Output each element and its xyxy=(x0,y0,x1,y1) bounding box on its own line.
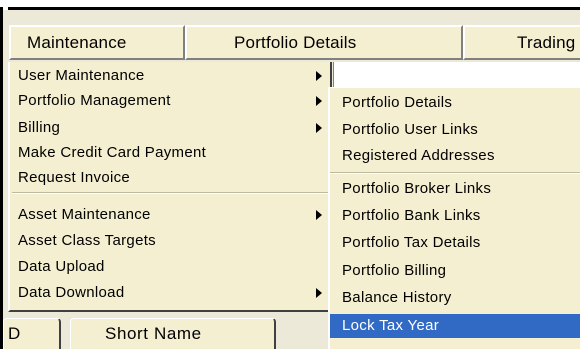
submenu-arrow-icon xyxy=(316,123,322,133)
menu-item-data-download[interactable]: Data Download xyxy=(18,281,328,305)
submenu-item-label: Lock Tax Year xyxy=(342,317,440,334)
submenu-item-portfolio-billing[interactable]: Portfolio Billing xyxy=(342,259,578,283)
submenu-separator xyxy=(330,172,580,174)
column-header-label: D xyxy=(8,324,21,343)
submenu-item-label: Portfolio Details xyxy=(342,94,453,111)
submenu-item-label: Portfolio Tax Details xyxy=(342,234,481,251)
menu-item-label: Billing xyxy=(18,119,61,136)
submenu-item-label: Portfolio Bank Links xyxy=(342,207,481,224)
window-top-border xyxy=(8,7,580,10)
portfolio-management-submenu: Portfolio Details Portfolio User Links R… xyxy=(328,87,580,349)
menu-item-user-maintenance[interactable]: User Maintenance xyxy=(18,64,328,88)
submenu-item-label: Portfolio Billing xyxy=(342,262,447,279)
tab-maintenance-label: Maintenance xyxy=(27,33,127,52)
menu-item-label: Request Invoice xyxy=(18,169,131,186)
submenu-item-registered-addresses[interactable]: Registered Addresses xyxy=(342,144,578,168)
top-margin xyxy=(0,0,580,7)
column-header-label: Short Name xyxy=(105,324,202,343)
menu-item-make-credit-card-payment[interactable]: Make Credit Card Payment xyxy=(18,141,328,165)
submenu-arrow-icon xyxy=(316,288,322,298)
menu-item-data-upload[interactable]: Data Upload xyxy=(18,255,328,279)
submenu-item-portfolio-broker-links[interactable]: Portfolio Broker Links xyxy=(342,177,578,201)
submenu-item-label: Portfolio Broker Links xyxy=(342,180,492,197)
menu-item-request-invoice[interactable]: Request Invoice xyxy=(18,166,328,190)
submenu-item-portfolio-tax-details[interactable]: Portfolio Tax Details xyxy=(342,231,578,255)
menu-item-label: Data Upload xyxy=(18,258,105,275)
submenu-item-balance-history[interactable]: Balance History xyxy=(342,286,578,310)
submenu-arrow-icon xyxy=(316,96,322,106)
submenu-item-portfolio-bank-links[interactable]: Portfolio Bank Links xyxy=(342,204,578,228)
menu-item-asset-class-targets[interactable]: Asset Class Targets xyxy=(18,229,328,253)
tab-portfolio-details[interactable]: Portfolio Details xyxy=(185,25,463,60)
tab-maintenance[interactable]: Maintenance xyxy=(9,25,185,60)
menu-item-billing[interactable]: Billing xyxy=(18,116,328,140)
menu-item-asset-maintenance[interactable]: Asset Maintenance xyxy=(18,203,328,227)
menu-separator xyxy=(12,192,328,194)
tab-portfolio-details-label: Portfolio Details xyxy=(234,33,357,52)
menu-item-label: Data Download xyxy=(18,284,125,301)
menu-item-label: Asset Class Targets xyxy=(18,232,156,249)
menu-item-label: Asset Maintenance xyxy=(18,206,151,223)
column-header-id[interactable]: D xyxy=(3,318,61,349)
menu-item-label: Portfolio Management xyxy=(18,92,171,109)
submenu-item-lock-tax-year[interactable]: Lock Tax Year xyxy=(330,314,580,338)
submenu-item-portfolio-details[interactable]: Portfolio Details xyxy=(342,91,578,115)
tab-trading[interactable]: Trading xyxy=(463,25,580,60)
submenu-item-portfolio-user-links[interactable]: Portfolio User Links xyxy=(342,118,578,142)
content-area xyxy=(333,62,580,88)
submenu-arrow-icon xyxy=(316,210,322,220)
column-header-short-name[interactable]: Short Name xyxy=(70,318,276,349)
menu-item-portfolio-management[interactable]: Portfolio Management xyxy=(18,89,328,113)
submenu-arrow-icon xyxy=(316,71,322,81)
submenu-item-label: Portfolio User Links xyxy=(342,121,479,138)
maintenance-dropdown-menu: User Maintenance Portfolio Management Bi… xyxy=(8,62,332,312)
menu-item-label: User Maintenance xyxy=(18,67,145,84)
submenu-item-label: Balance History xyxy=(342,289,452,306)
tab-trading-label: Trading xyxy=(517,33,576,52)
menu-item-label: Make Credit Card Payment xyxy=(18,144,207,161)
submenu-item-label: Registered Addresses xyxy=(342,147,495,164)
main-menu-bar: Maintenance Portfolio Details Trading xyxy=(3,25,580,62)
